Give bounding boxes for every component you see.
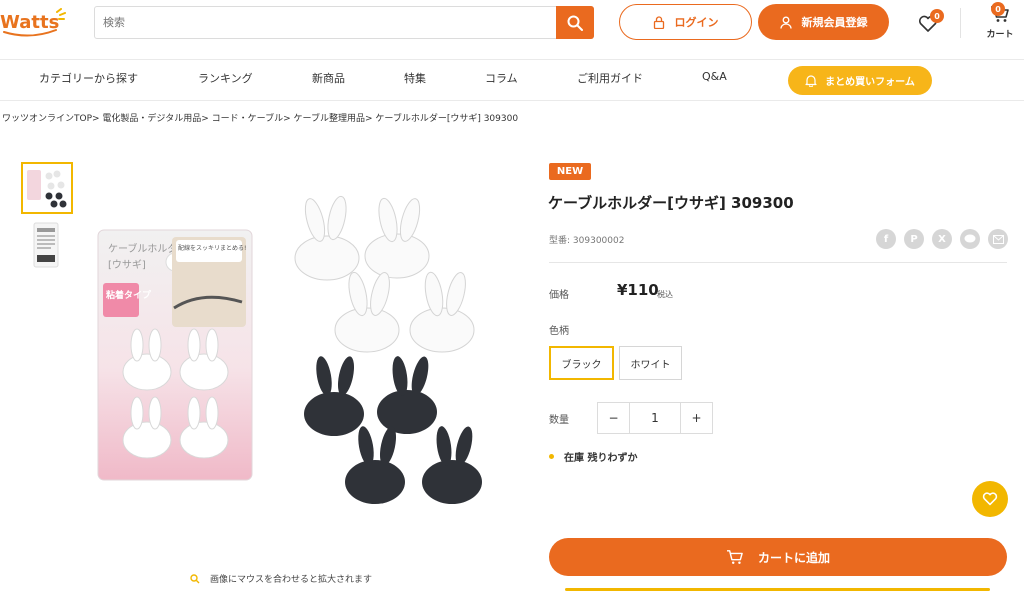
stock-status: 在庫 残りわずか <box>549 449 637 464</box>
model-value: 309300002 <box>572 236 625 246</box>
favorites-count-badge: 0 <box>930 9 944 23</box>
thumbnail-1[interactable] <box>21 162 73 214</box>
package-bubble: 配線をスッキリまとめる! <box>178 244 246 252</box>
search-box <box>94 6 594 39</box>
stock-dot-icon <box>549 454 554 459</box>
add-to-cart-button[interactable]: カートに追加 <box>549 538 1007 576</box>
color-label: 色柄 <box>549 326 569 337</box>
quantity-label: 数量 <box>549 415 569 426</box>
search-button[interactable] <box>556 6 594 39</box>
cart-icon <box>726 550 743 565</box>
header-divider-line <box>0 59 1024 60</box>
favorites-button[interactable]: 0 <box>915 9 945 37</box>
floating-favorite-button[interactable] <box>972 481 1008 517</box>
mail-icon[interactable] <box>988 229 1008 249</box>
nav-column[interactable]: コラム <box>485 70 518 86</box>
bulk-order-button[interactable]: まとめ買いフォーム <box>788 66 932 95</box>
login-button[interactable]: ログイン <box>619 4 752 40</box>
nav-new-products[interactable]: 新商品 <box>312 70 345 86</box>
cart-label: カート <box>986 30 1014 40</box>
quantity-input[interactable]: 1 <box>630 403 680 433</box>
watts-logo[interactable]: Watts <box>0 8 70 38</box>
zoom-hint: 画像にマウスを合わせると拡大されます <box>190 572 372 585</box>
package-tag: 粘着タイプ <box>105 289 152 301</box>
svg-text:Watts: Watts <box>0 12 59 33</box>
quantity-increase-button[interactable]: + <box>680 403 712 433</box>
nav-features[interactable]: 特集 <box>404 70 426 86</box>
search-icon <box>567 15 583 31</box>
register-label: 新規会員登録 <box>801 16 868 29</box>
nav-ranking[interactable]: ランキング <box>198 70 253 86</box>
price-label: 価格 <box>549 290 569 301</box>
lock-icon <box>653 15 664 29</box>
add-to-cart-label: カートに追加 <box>757 550 830 565</box>
header-divider <box>960 8 961 38</box>
thumbnail-2[interactable] <box>21 220 73 272</box>
line-icon[interactable] <box>960 229 980 249</box>
cart-button[interactable]: 0 カート <box>982 2 1018 42</box>
heart-icon <box>982 492 998 506</box>
login-label: ログイン <box>674 16 719 29</box>
price-value: ¥110 <box>617 281 659 299</box>
color-option-black[interactable]: ブラック <box>549 346 614 380</box>
stock-value: 残りわずか <box>587 453 638 464</box>
cart-count-badge: 0 <box>991 2 1005 16</box>
nav-divider-line <box>0 100 1024 101</box>
bulk-order-label: まとめ買いフォーム <box>825 77 915 88</box>
info-divider <box>549 262 1007 263</box>
package-subtitle: [ウサギ] <box>108 259 146 271</box>
stock-label: 在庫 <box>564 453 584 464</box>
breadcrumb[interactable]: ワッツオンラインTOP> 電化製品・デジタル用品> コード・ケーブル> ケーブル… <box>2 111 518 124</box>
facebook-icon[interactable]: f <box>876 229 896 249</box>
model-label: 型番: <box>549 236 571 246</box>
user-icon <box>779 16 792 29</box>
quantity-stepper: − 1 + <box>597 402 713 434</box>
model-number: 型番: 309300002 <box>549 233 624 246</box>
pinterest-icon[interactable]: P <box>904 229 924 249</box>
quantity-decrease-button[interactable]: − <box>598 403 630 433</box>
product-title: ケーブルホルダー[ウサギ] 309300 <box>548 194 794 212</box>
new-badge: NEW <box>549 163 591 180</box>
tax-note: 税込 <box>657 290 673 299</box>
zoom-hint-text: 画像にマウスを合わせると拡大されます <box>210 575 373 585</box>
x-icon[interactable]: X <box>932 229 952 249</box>
nav-categories[interactable]: カテゴリーから探す <box>39 70 138 86</box>
bell-icon <box>805 75 817 87</box>
color-option-white[interactable]: ホワイト <box>619 346 682 380</box>
search-input[interactable] <box>103 7 553 38</box>
nav-guide[interactable]: ご利用ガイド <box>577 70 643 86</box>
main-product-image[interactable]: ケーブルホルダー [ウサギ] 粘着タイプ 配線をスッキリまとめる! <box>92 190 492 510</box>
magnifier-icon <box>190 573 200 583</box>
register-button[interactable]: 新規会員登録 <box>758 4 889 40</box>
nav-faq[interactable]: Q&A <box>702 70 727 83</box>
